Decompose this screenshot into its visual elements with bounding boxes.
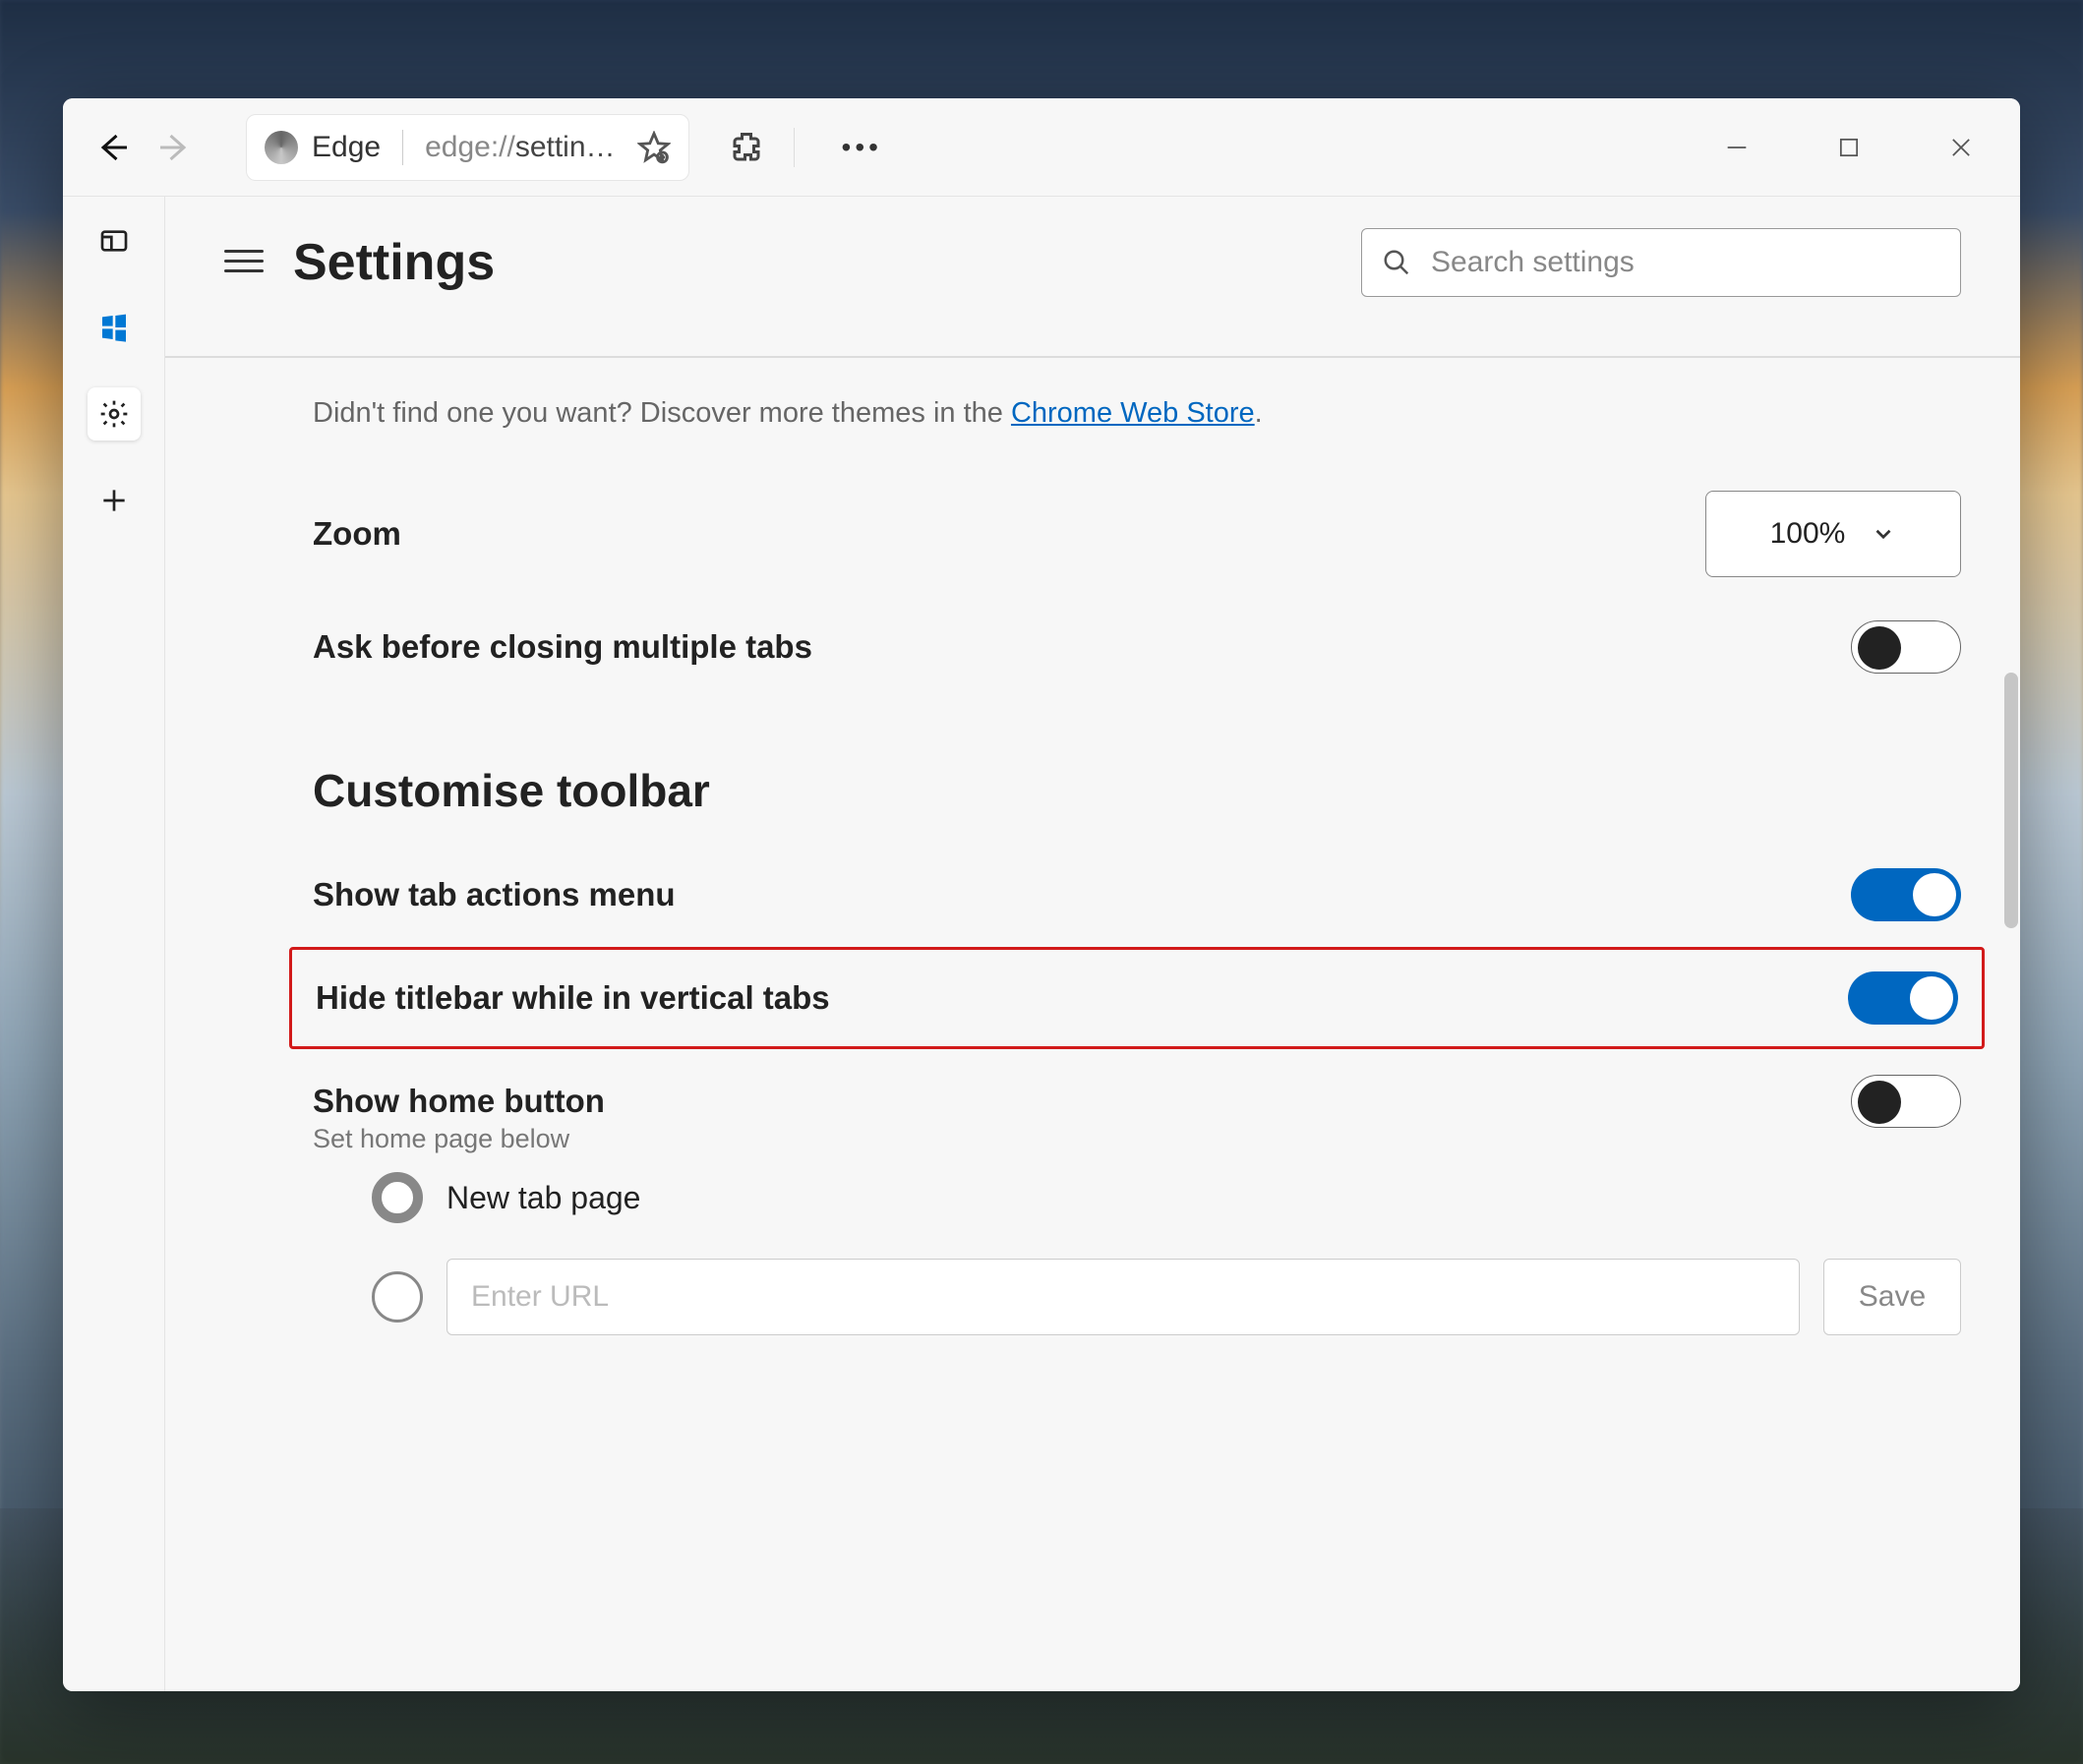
nav-forward-button[interactable] — [144, 116, 207, 179]
chrome-web-store-link[interactable]: Chrome Web Store — [1011, 397, 1255, 429]
home-button-label: Show home button — [313, 1083, 605, 1120]
new-tab-rail-button[interactable] — [88, 474, 141, 527]
edge-logo-icon — [265, 131, 298, 164]
tab-url: edge://settin… — [425, 131, 615, 164]
settings-header: Settings — [165, 197, 2020, 358]
windows-rail-button[interactable] — [88, 301, 141, 354]
favorite-star-icon[interactable] — [637, 131, 671, 164]
hide-titlebar-row: Hide titlebar while in vertical tabs — [316, 950, 1958, 1046]
ask-close-toggle[interactable] — [1851, 620, 1961, 674]
settings-search-input[interactable] — [1431, 246, 1940, 279]
tab-url-scheme: edge:// — [425, 131, 515, 163]
window-maximize-button[interactable] — [1827, 126, 1871, 169]
zoom-label: Zoom — [313, 515, 401, 553]
radio-unselected-icon[interactable] — [372, 1271, 423, 1323]
tabs-icon — [98, 225, 130, 257]
ask-close-label: Ask before closing multiple tabs — [313, 628, 812, 666]
home-button-sublabel: Set home page below — [313, 1124, 1961, 1154]
window-controls — [1715, 126, 2002, 169]
home-button-row: Show home button — [313, 1053, 1961, 1132]
themes-hint-suffix: . — [1255, 397, 1263, 429]
themes-hint-text: Didn't find one you want? Discover more … — [313, 397, 1011, 429]
highlight-annotation: Hide titlebar while in vertical tabs — [289, 947, 1985, 1049]
titlebar-separator — [794, 128, 795, 167]
tab-url-path: settin… — [515, 131, 616, 163]
chevron-down-icon — [1871, 521, 1896, 547]
tab-actions-rail-button[interactable] — [88, 214, 141, 267]
home-button-toggle[interactable] — [1851, 1075, 1961, 1128]
home-newtab-option[interactable]: New tab page — [313, 1154, 1961, 1241]
settings-search[interactable] — [1361, 228, 1961, 297]
ask-close-row: Ask before closing multiple tabs — [313, 599, 1961, 695]
plus-icon — [98, 485, 130, 516]
tab-actions-label: Show tab actions menu — [313, 876, 676, 913]
home-url-option: Save — [313, 1241, 1961, 1353]
address-tab[interactable]: Edge edge://settin… — [246, 114, 689, 181]
customise-toolbar-heading: Customise toolbar — [313, 764, 1961, 817]
home-url-save-button[interactable]: Save — [1823, 1259, 1961, 1335]
hide-titlebar-toggle[interactable] — [1848, 971, 1958, 1025]
nav-back-button[interactable] — [81, 116, 144, 179]
tab-actions-row: Show tab actions menu — [313, 847, 1961, 943]
home-newtab-label: New tab page — [446, 1180, 640, 1216]
windows-icon — [98, 312, 130, 343]
search-icon — [1382, 248, 1411, 277]
settings-rail-button[interactable] — [88, 387, 141, 441]
page-title: Settings — [293, 233, 495, 292]
themes-hint: Didn't find one you want? Discover more … — [313, 397, 1961, 430]
vertical-tab-rail — [63, 197, 165, 1691]
hide-titlebar-label: Hide titlebar while in vertical tabs — [316, 979, 830, 1017]
more-menu-button[interactable]: ••• — [824, 124, 900, 171]
gear-icon — [98, 398, 130, 430]
zoom-value: 100% — [1770, 517, 1846, 551]
zoom-row: Zoom 100% — [313, 469, 1961, 599]
zoom-select[interactable]: 100% — [1705, 491, 1961, 577]
browser-window: Edge edge://settin… ••• — [63, 98, 2020, 1691]
extensions-icon[interactable] — [729, 130, 764, 165]
tab-separator — [402, 130, 403, 165]
settings-scroll-area[interactable]: Didn't find one you want? Discover more … — [165, 358, 2020, 1691]
settings-menu-button[interactable] — [224, 243, 264, 282]
scrollbar-thumb[interactable] — [2004, 673, 2018, 928]
tab-app-label: Edge — [312, 131, 381, 164]
tab-actions-toggle[interactable] — [1851, 868, 1961, 921]
window-minimize-button[interactable] — [1715, 126, 1758, 169]
window-close-button[interactable] — [1939, 126, 1983, 169]
browser-titlebar: Edge edge://settin… ••• — [63, 98, 2020, 197]
home-url-input[interactable] — [446, 1259, 1800, 1335]
settings-content: Settings Didn't find one you want? Disco… — [165, 197, 2020, 1691]
radio-selected-icon[interactable] — [372, 1172, 423, 1223]
